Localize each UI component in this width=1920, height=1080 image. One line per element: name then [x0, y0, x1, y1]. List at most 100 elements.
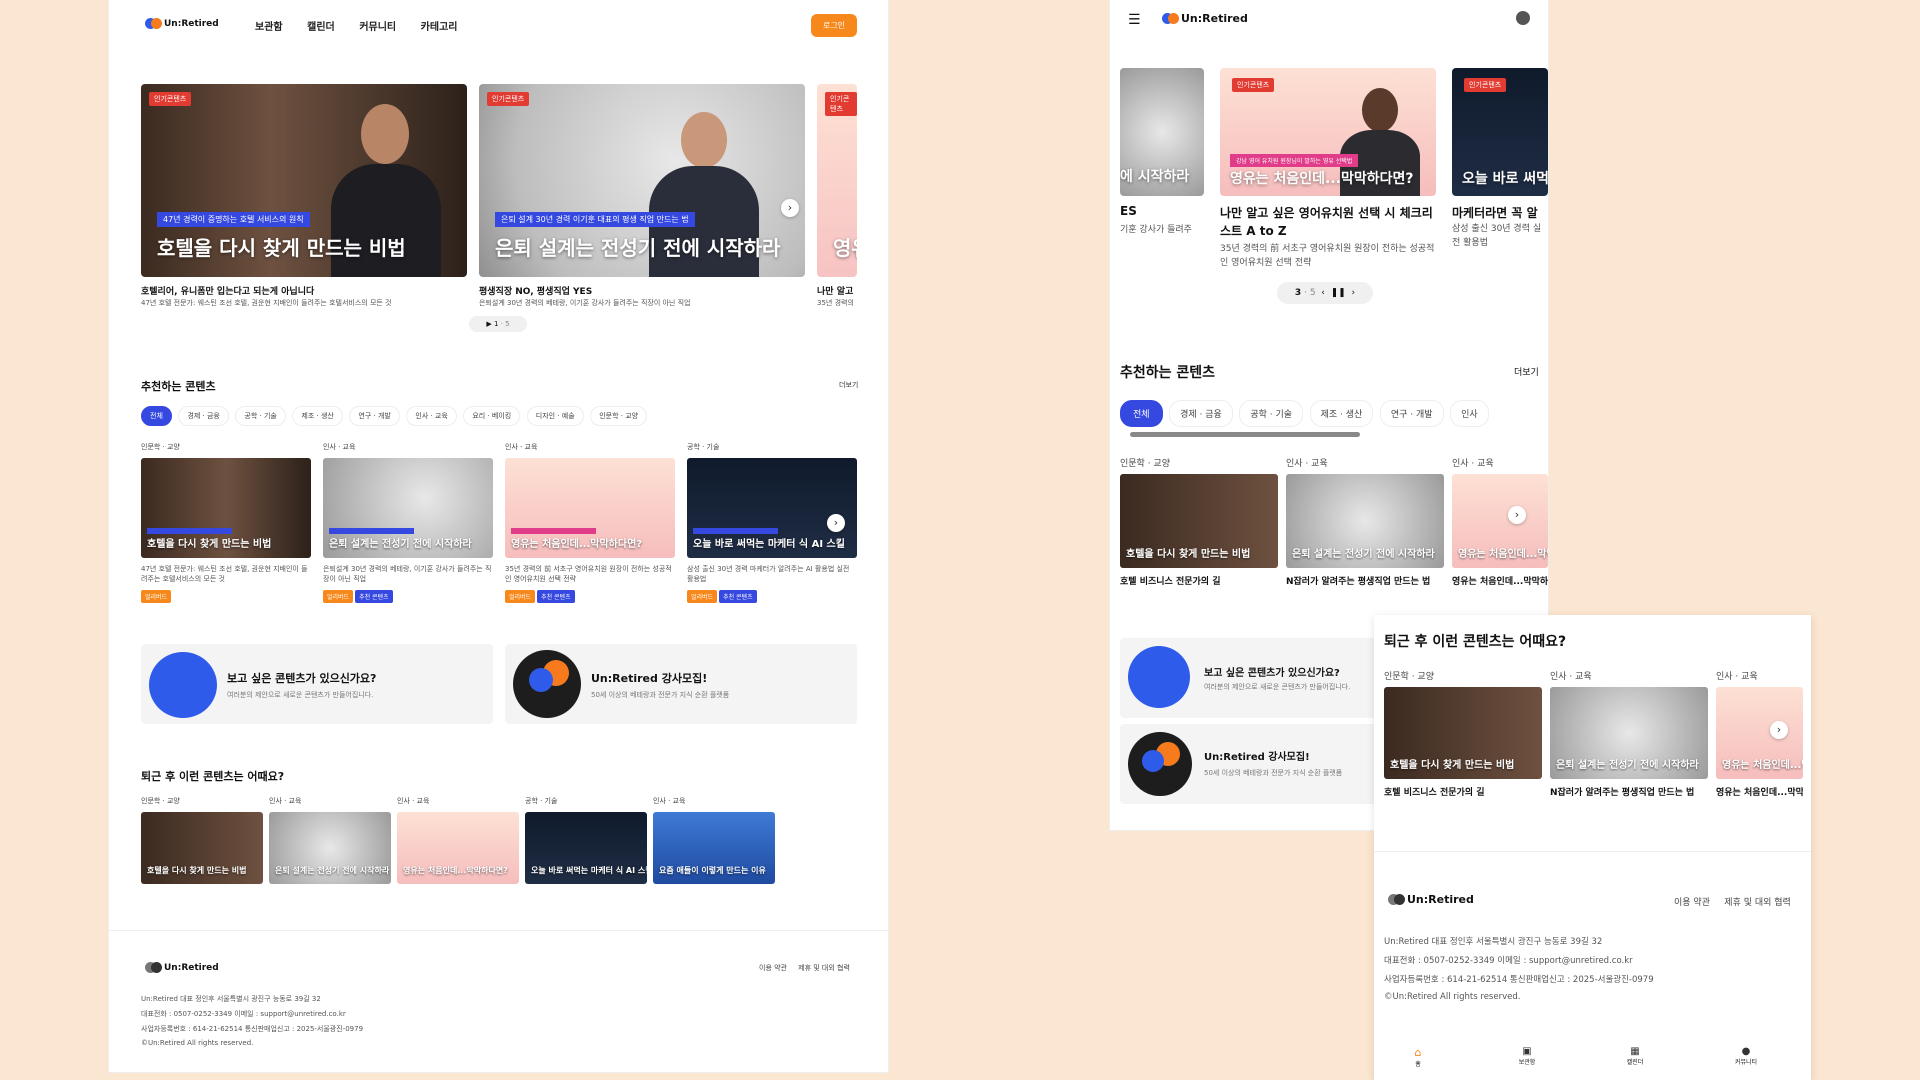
chip-hr[interactable]: 인사 · 교육 [406, 406, 457, 426]
footer-links: 이용 약관 제휴 및 대외 협력 [759, 963, 850, 973]
chip-humanities[interactable]: 인문학 · 교양 [590, 406, 648, 426]
chevron-right-icon: › [787, 201, 793, 214]
terms-link[interactable]: 이용 약관 [1674, 898, 1710, 908]
card-badges: 얼리버드 추천 콘텐츠 [687, 590, 759, 603]
content-card-4[interactable]: 오늘 바로 써먹는 마케터 식 AI 스킬 › [687, 458, 857, 558]
logo[interactable]: Un:Retired [1162, 12, 1248, 25]
chevron-left-icon[interactable]: ‹ [1321, 288, 1325, 298]
hero-caption[interactable]: 호텔리어, 유니폼만 입는다고 되는게 아닙니다 [141, 284, 314, 297]
logo-icon [145, 962, 162, 973]
promo-subtitle: 여러분의 제안으로 새로운 콘텐츠가 만들어집니다. [1204, 683, 1351, 691]
card-category: 인문학 · 교양 [1120, 459, 1170, 469]
chip-engineering[interactable]: 공학 · 기술 [1239, 400, 1304, 427]
nav-library[interactable]: 보관함 [255, 22, 283, 33]
carousel-next-button[interactable]: › [781, 199, 799, 217]
tab-home[interactable]: ⌂ 홈 [1406, 1046, 1430, 1068]
chevron-right-icon[interactable]: › [1351, 288, 1355, 298]
thumb-title: 영유는 처음인데...막막 [1722, 760, 1803, 771]
nav-community[interactable]: 커뮤니티 [359, 22, 396, 33]
nav-calendar[interactable]: 캘린더 [307, 22, 335, 33]
more-link[interactable]: 더보기 [839, 380, 858, 390]
instructor-recruit-banner[interactable]: Un:Retired 강사모집! 50세 이상의 베테랑과 전문가 지식 순환 … [505, 644, 857, 724]
partnership-link[interactable]: 제휴 및 대외 협력 [1724, 898, 1791, 908]
cards-next-button[interactable]: › [827, 514, 845, 532]
chip-research[interactable]: 연구 · 개발 [1379, 400, 1444, 427]
play-icon[interactable]: ▶ [486, 320, 491, 328]
chip-economy[interactable]: 경제 · 금융 [1169, 400, 1233, 427]
thumb-title: 호텔을 다시 찾게 만드는 비법 [147, 866, 247, 875]
pause-icon[interactable]: ❚❚ [1331, 288, 1346, 298]
hero-title: 에 시작하라 [1120, 169, 1190, 185]
logo[interactable]: Un:Retired [145, 18, 219, 29]
m2-content-card-1[interactable]: 호텔을 다시 찾게 만드는 비법 [1384, 687, 1542, 779]
after-card-3[interactable]: 영유는 처음인데...막막하다면? [397, 812, 519, 884]
card-category: 인문학 · 교양 [141, 443, 180, 451]
footer-divider [109, 930, 888, 931]
after-card-1[interactable]: 호텔을 다시 찾게 만드는 비법 [141, 812, 263, 884]
content-card-2[interactable]: 은퇴 설계는 전성기 전에 시작하라 [323, 458, 493, 558]
play-box-icon: ▣ [1522, 1046, 1532, 1057]
home-icon: ⌂ [1414, 1046, 1422, 1059]
chip-research[interactable]: 연구 · 개발 [349, 406, 400, 426]
footer-line: 사업자등록번호 : 614-21-62514 통신판매업신고 : 2025-서울… [141, 1025, 364, 1033]
footer-logo[interactable]: Un:Retired [145, 962, 219, 973]
chip-design[interactable]: 디자인 · 예술 [526, 406, 584, 426]
m-hero-card-1[interactable]: 에 시작하라 [1120, 68, 1204, 196]
carousel-pager[interactable]: 3 · 5 ‹ ❚❚ › [1277, 282, 1373, 304]
instructor-recruit-banner[interactable]: Un:Retired 강사모집! 50세 이상의 베테랑과 전문가 지식 순환 … [1120, 724, 1380, 804]
chip-economy[interactable]: 경제 · 금융 [178, 406, 229, 426]
hero-subcaption: 기훈 강사가 들려주 [1120, 225, 1192, 235]
hero-caption: 나만 알고 싶은 영어유치원 선택 시 체크리스트 A to Z [1220, 206, 1433, 238]
chip-manufacturing[interactable]: 제조 · 생산 [1309, 400, 1374, 427]
content-card-3[interactable]: 영유는 처음인데...막막하다면? [505, 458, 675, 558]
nav-category[interactable]: 카테고리 [421, 22, 458, 33]
m2-content-card-2[interactable]: 은퇴 설계는 전성기 전에 시작하라 [1550, 687, 1708, 779]
chip-all[interactable]: 전체 [1120, 400, 1163, 427]
tab-community[interactable]: ● 커뮤니티 [1728, 1046, 1764, 1066]
hero-card-1[interactable]: 인기콘텐츠 47년 경력이 증명하는 호텔 서비스의 원칙 호텔을 다시 찾게 … [141, 84, 467, 277]
user-profile-icon[interactable] [1516, 11, 1530, 25]
m-hero-card-2[interactable]: 인기콘텐츠 강남 영어 유치원 원장님이 말하는 영유 선택법 영유는 처음인데… [1220, 68, 1436, 196]
tab-calendar[interactable]: ▦ 캘린더 [1620, 1046, 1650, 1066]
login-button[interactable]: 로그인 [811, 14, 857, 37]
chips-scrollbar[interactable] [1130, 432, 1360, 437]
card-caption: N잡러가 알려주는 평생직업 만드는 법 [1550, 788, 1695, 798]
hero-card-3[interactable]: 인기콘텐츠 영유 [817, 84, 857, 277]
promo-subtitle: 50세 이상의 베테랑과 전문가 지식 순환 플랫폼 [591, 691, 730, 699]
hero-card-2[interactable]: 인기콘텐츠 은퇴 설계 30년 경력 이기훈 대표의 평생 직업 만드는 법 은… [479, 84, 805, 277]
m-content-card-3[interactable]: 영유는 처음인데...막막 › [1452, 474, 1548, 568]
cards-next-button[interactable]: › [1770, 721, 1788, 739]
chip-engineering[interactable]: 공학 · 기술 [235, 406, 286, 426]
more-link[interactable]: 더보기 [1514, 365, 1539, 378]
chip-cooking[interactable]: 요리 · 베이킹 [463, 406, 521, 426]
tab-library[interactable]: ▣ 보관함 [1512, 1046, 1542, 1066]
m-content-card-2[interactable]: 은퇴 설계는 전성기 전에 시작하라 [1286, 474, 1444, 568]
thumb-title: 요즘 애들이 이렇게 만드는 이유 [659, 866, 766, 875]
m2-content-card-3[interactable]: 영유는 처음인데...막막 › [1716, 687, 1803, 779]
m-content-card-1[interactable]: 호텔을 다시 찾게 만드는 비법 [1120, 474, 1278, 568]
suggest-content-banner[interactable]: 보고 싶은 콘텐츠가 있으신가요? 여러분의 제안으로 새로운 콘텐츠가 만들어… [141, 644, 493, 724]
after-work-title: 퇴근 후 이런 콘텐츠는 어때요? [141, 770, 285, 783]
partnership-link[interactable]: 제휴 및 대외 협력 [798, 964, 850, 972]
hero-caption[interactable]: 나만 알고 [817, 284, 857, 297]
chip-all[interactable]: 전체 [141, 406, 172, 426]
after-card-5[interactable]: 요즘 애들이 이렇게 만드는 이유 [653, 812, 775, 884]
terms-link[interactable]: 이용 약관 [759, 964, 787, 972]
after-card-2[interactable]: 은퇴 설계는 전성기 전에 시작하라 [269, 812, 391, 884]
chip-manufacturing[interactable]: 제조 · 생산 [292, 406, 343, 426]
suggest-content-banner[interactable]: 보고 싶은 콘텐츠가 있으신가요? 여러분의 제안으로 새로운 콘텐츠가 만들어… [1120, 638, 1380, 718]
footer-logo[interactable]: Un:Retired [1388, 893, 1474, 906]
content-card-1[interactable]: 호텔을 다시 찾게 만드는 비법 [141, 458, 311, 558]
hero-caption[interactable]: 평생직장 NO, 평생직업 YES [479, 284, 592, 297]
after-card-4[interactable]: 오늘 바로 써먹는 마케터 식 AI 스킬 [525, 812, 647, 884]
carousel-pager[interactable]: ▶ 1 · 5 [469, 316, 527, 332]
recommend-badge: 추천 콘텐츠 [355, 590, 393, 603]
hamburger-menu-icon[interactable]: ☰ [1128, 12, 1141, 28]
m-hero-card-3[interactable]: 인기콘텐츠 오늘 바로 써먹 [1452, 68, 1548, 196]
card-category: 인사 · 교육 [1452, 459, 1494, 469]
thumb-title: 은퇴 설계는 전성기 전에 시작하라 [275, 866, 390, 875]
chip-hr[interactable]: 인사 [1450, 400, 1489, 427]
promo-subtitle: 여러분의 제안으로 새로운 콘텐츠가 만들어집니다. [227, 691, 374, 699]
cards-next-button[interactable]: › [1508, 506, 1526, 524]
hero-caption: 마케터라면 꼭 알 [1452, 206, 1538, 220]
